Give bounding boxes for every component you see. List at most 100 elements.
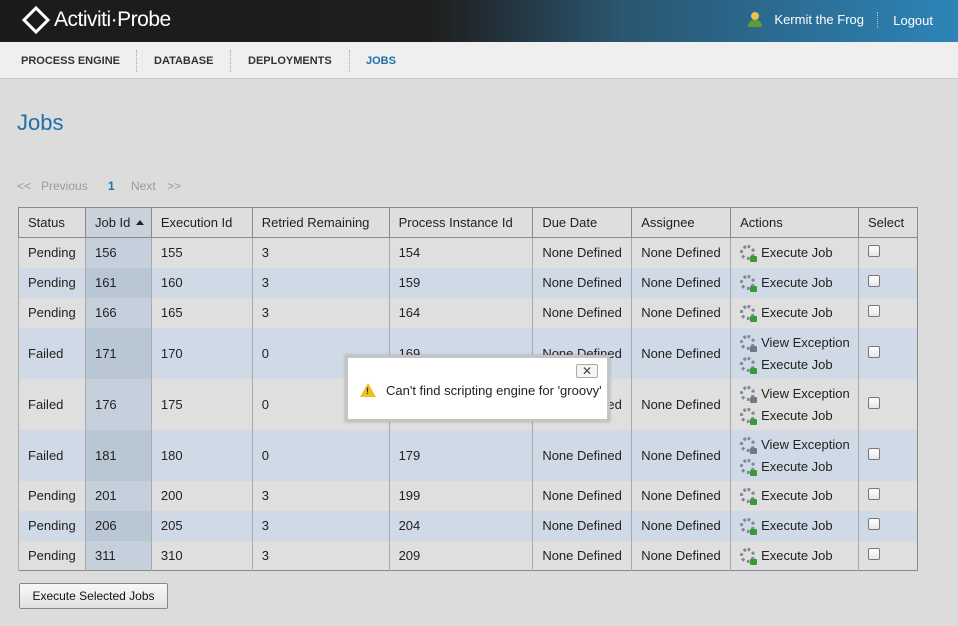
- cell-assignee: None Defined: [631, 378, 731, 430]
- table-row: Pending 166 165 3 164 None Defined None Define…: [18, 297, 918, 328]
- cell-assignee: None Defined: [631, 480, 731, 511]
- cell-actions: View Exception Execute Job: [730, 327, 859, 379]
- table-row: Pending 311 310 3 209 None Defined None Define…: [18, 540, 918, 571]
- action-label: Execute Job: [761, 245, 833, 261]
- execute-job-link[interactable]: Execute Job: [740, 353, 858, 375]
- column-header-assignee[interactable]: Assignee: [631, 207, 732, 238]
- execute-job-link[interactable]: Execute Job: [740, 485, 858, 507]
- cell-actions: View Exception Execute Job: [730, 429, 859, 481]
- select-job-checkbox[interactable]: [867, 547, 880, 560]
- nav-divider: [136, 50, 137, 72]
- nav-deployments[interactable]: DEPLOYMENTS: [248, 55, 332, 67]
- cell-retries: 3: [251, 297, 390, 328]
- close-icon[interactable]: ✕: [576, 364, 598, 378]
- table-row: Pending 161 160 3 159 None Defined None Define…: [18, 267, 918, 298]
- cell-select: [857, 237, 918, 268]
- execute-job-link[interactable]: Execute Job: [740, 404, 858, 426]
- column-header-actions: Actions: [730, 207, 859, 238]
- cell-process-instance-id: 159: [388, 267, 533, 298]
- cell-assignee: None Defined: [631, 237, 731, 268]
- pager-current-page[interactable]: 1: [108, 179, 115, 193]
- view-exception-link[interactable]: View Exception: [740, 331, 858, 353]
- cell-due-date: None Defined: [532, 237, 632, 268]
- action-label: Execute Job: [761, 275, 833, 290]
- column-header-execution-id[interactable]: Execution Id: [150, 207, 253, 238]
- cell-process-instance-id: 154: [388, 237, 533, 268]
- pager-next[interactable]: Next: [131, 179, 156, 193]
- select-job-checkbox[interactable]: [867, 305, 880, 317]
- nav-divider: [230, 50, 231, 72]
- cell-process-instance-id: 179: [388, 429, 533, 481]
- cell-execution-id: 180: [150, 429, 253, 481]
- execute-job-link[interactable]: Execute Job: [740, 544, 858, 566]
- column-header-due-date[interactable]: Due Date: [532, 207, 633, 238]
- current-user[interactable]: Kermit the Frog: [748, 12, 864, 27]
- select-job-checkbox[interactable]: [867, 345, 880, 358]
- logo-diamond-icon: [21, 5, 51, 35]
- cell-execution-id: 310: [150, 540, 253, 571]
- cell-retries: 3: [251, 510, 390, 541]
- column-header-select: Select: [857, 207, 919, 238]
- execute-selected-jobs-button[interactable]: Execute Selected Jobs: [19, 583, 168, 609]
- cell-select: [857, 510, 918, 541]
- cell-actions: Execute Job: [730, 540, 859, 571]
- table-row: Pending 156 155 3 154 None Defined None Define…: [18, 237, 918, 268]
- pager-last[interactable]: >>: [167, 179, 181, 193]
- execute-job-link[interactable]: Execute Job: [740, 455, 858, 477]
- cell-job-id: 171: [84, 327, 152, 379]
- view-exception-link[interactable]: View Exception: [740, 382, 858, 404]
- cell-select: [857, 267, 918, 298]
- cell-due-date: None Defined: [532, 540, 632, 571]
- select-job-checkbox[interactable]: [867, 275, 880, 287]
- select-job-checkbox[interactable]: [867, 245, 880, 258]
- cell-job-id: 156: [84, 237, 152, 268]
- cell-status: Failed: [18, 327, 86, 379]
- nav-divider: [349, 50, 350, 72]
- cell-job-id: 181: [84, 429, 152, 481]
- nav-jobs[interactable]: JOBS: [366, 55, 396, 67]
- cell-due-date: None Defined: [532, 480, 632, 511]
- cell-process-instance-id: 204: [388, 510, 533, 541]
- cell-job-id: 176: [84, 378, 152, 430]
- pager-previous[interactable]: Previous: [41, 179, 88, 193]
- cell-execution-id: 205: [150, 510, 253, 541]
- execute-job-link[interactable]: Execute Job: [740, 302, 858, 324]
- nav-database[interactable]: DATABASE: [154, 55, 213, 67]
- execute-job-link[interactable]: Execute Job: [740, 272, 858, 294]
- cell-assignee: None Defined: [631, 297, 731, 328]
- select-job-checkbox[interactable]: [867, 518, 880, 530]
- cell-retries: 3: [251, 237, 390, 268]
- select-job-checkbox[interactable]: [867, 447, 880, 460]
- cell-due-date: None Defined: [532, 429, 632, 481]
- execute-job-icon: [740, 458, 758, 476]
- logout-link[interactable]: Logout: [893, 13, 933, 28]
- cell-job-id: 166: [84, 297, 152, 328]
- column-header-job-id[interactable]: Job Id: [84, 207, 152, 238]
- pager-first[interactable]: <<: [17, 179, 31, 193]
- column-header-status[interactable]: Status: [18, 207, 86, 238]
- nav-process-engine[interactable]: PROCESS ENGINE: [21, 55, 120, 67]
- error-popup: ✕ ! Can't find scripting engine for 'gro…: [345, 355, 610, 422]
- app-logo[interactable]: Activiti·Probe: [21, 5, 171, 35]
- action-label: Execute Job: [761, 305, 833, 320]
- select-job-checkbox[interactable]: [867, 488, 880, 500]
- cell-status: Pending: [18, 540, 86, 571]
- cell-retries: 3: [251, 540, 390, 571]
- action-label: Execute Job: [761, 518, 833, 533]
- logo-text: Activiti·Probe: [54, 8, 171, 31]
- cell-status: Pending: [18, 297, 86, 328]
- column-header-retries[interactable]: Retried Remaining: [251, 207, 390, 238]
- cell-actions: Execute Job: [730, 297, 859, 328]
- execute-job-link[interactable]: Execute Job: [740, 515, 858, 537]
- cell-status: Pending: [18, 480, 86, 511]
- select-job-checkbox[interactable]: [867, 396, 880, 409]
- view-exception-icon: [740, 436, 758, 454]
- cell-actions: Execute Job: [730, 480, 859, 511]
- table-row: Failed 181 180 0 179 None Defined None Defined…: [18, 429, 918, 481]
- cell-due-date: None Defined: [532, 297, 632, 328]
- execute-job-icon: [740, 275, 758, 292]
- execute-job-icon: [740, 547, 758, 565]
- view-exception-link[interactable]: View Exception: [740, 433, 858, 455]
- column-header-process-instance-id[interactable]: Process Instance Id: [388, 207, 534, 238]
- execute-job-link[interactable]: Execute Job: [740, 242, 858, 264]
